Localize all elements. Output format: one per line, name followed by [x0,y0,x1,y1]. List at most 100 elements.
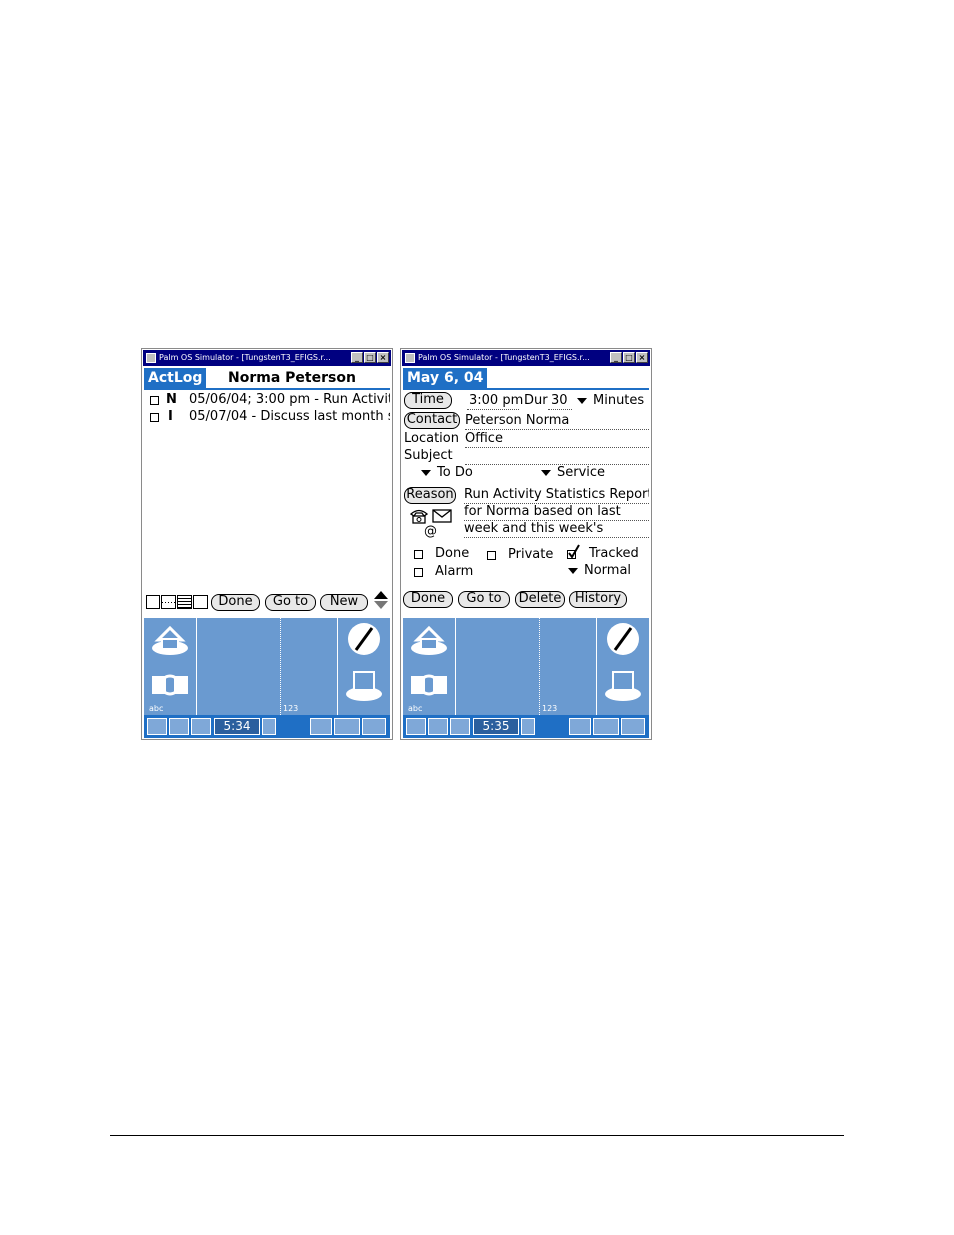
dropdown-icon [421,469,431,476]
home-status-icon[interactable] [147,718,167,735]
month-view-icon[interactable] [177,595,192,609]
input-area-icon[interactable] [334,718,360,735]
location-label: Location [404,431,459,446]
dur-value[interactable]: 30 [551,393,568,409]
graffiti-toggle-icon[interactable] [569,718,591,735]
abc-label: abc [408,704,423,713]
clock[interactable]: 5:35 [473,718,519,735]
reason-line[interactable]: week and this week's [464,521,603,537]
pen-icon[interactable] [603,622,643,656]
reason-line[interactable]: Run Activity Statistics Report [464,487,649,503]
priority-select[interactable]: Normal [568,563,631,579]
minimize-button[interactable]: _ [351,352,363,363]
graffiti-area[interactable]: abc 123 [403,618,649,715]
reason-underline [464,537,649,538]
graffiti-left-panel: abc [144,618,197,715]
palm-screen: ActLog Norma Peterson N 05/06/04; 3:00 p… [144,368,390,738]
alert-icon[interactable] [262,718,276,735]
delete-button[interactable]: Delete [515,591,565,608]
maximize-button[interactable]: □ [623,352,635,363]
view-selector[interactable] [146,595,208,610]
goto-button[interactable]: Go to [265,594,316,611]
graffiti-area[interactable]: abc 123 [144,618,390,715]
collapse-icon[interactable] [621,718,645,735]
graffiti-divider [280,618,281,715]
dur-unit-value: Minutes [593,393,645,408]
status-bar: 5:35 [403,715,649,738]
dropdown-icon [577,397,587,404]
find-icon[interactable] [428,718,448,735]
contact-value[interactable]: Peterson Norma [465,413,569,429]
time-button[interactable]: Time [404,392,452,409]
home-status-icon[interactable] [406,718,426,735]
type-select[interactable]: To Do [421,465,473,481]
reason-line[interactable]: for Norma based on last [464,504,621,520]
row-priority: N [166,392,177,407]
collapse-icon[interactable] [362,718,386,735]
hotsync-icon[interactable] [409,668,449,702]
dur-underline [548,409,572,410]
history-button[interactable]: History [569,591,627,608]
graffiti-left-panel: abc [403,618,456,715]
email-icon[interactable] [432,509,452,523]
row-checkbox[interactable] [150,396,159,405]
display-icon[interactable] [344,668,384,702]
alert-icon[interactable] [521,718,535,735]
graffiti-toggle-icon[interactable] [310,718,332,735]
close-button[interactable]: × [636,352,648,363]
status-bar: 5:34 [144,715,390,738]
graffiti-right-panel [596,618,649,715]
row-text[interactable]: 05/06/04; 3:00 pm - Run Activity [189,392,390,408]
title-underline [144,388,390,390]
contact-button[interactable]: Contact [404,412,460,429]
close-button[interactable]: × [377,352,389,363]
reason-button[interactable]: Reason [404,487,456,504]
palm-simulator-right: Palm OS Simulator - [TungstenT3_EFIGS.r.… [400,348,652,740]
abc-label: abc [149,704,164,713]
category-select[interactable]: Service [541,465,605,481]
clock[interactable]: 5:34 [214,718,260,735]
checkmark-icon [568,544,580,559]
scroll-up-icon[interactable] [374,591,388,599]
home-icon[interactable] [150,622,190,656]
day-view-icon[interactable] [146,595,160,609]
window-titlebar: Palm OS Simulator - [TungstenT3_EFIGS.r.… [143,350,391,366]
list-view-icon[interactable] [193,595,208,609]
input-area-icon[interactable] [593,718,619,735]
maximize-button[interactable]: □ [364,352,376,363]
alarm-checkbox[interactable] [414,568,423,577]
find-icon[interactable] [169,718,189,735]
form-title: May 6, 04 [403,368,488,388]
row-text[interactable]: 05/07/04 - Discuss last month sc [189,409,390,425]
display-icon[interactable] [603,668,643,702]
menu-icon[interactable] [450,718,470,735]
time-value[interactable]: 3:00 pm [469,393,523,409]
week-view-icon[interactable] [161,595,176,609]
dur-unit-select[interactable]: Minutes [577,393,644,409]
pen-icon[interactable] [344,622,384,656]
row-checkbox[interactable] [150,413,159,422]
app-icon [146,353,156,363]
home-icon[interactable] [409,622,449,656]
graffiti-divider [539,618,540,715]
hotsync-icon[interactable] [150,668,190,702]
new-button[interactable]: New [320,594,368,611]
location-value[interactable]: Office [465,431,503,447]
web-icon[interactable]: @ [424,524,437,540]
done-checkbox[interactable] [414,550,423,559]
num-label: 123 [542,704,558,713]
scroll-down-icon[interactable] [374,601,388,609]
scroll-arrows[interactable] [373,591,389,611]
time-underline [467,409,519,410]
tracked-label: Tracked [589,546,639,561]
form-title[interactable]: ActLog [144,368,207,388]
private-checkbox[interactable] [487,551,496,560]
minimize-button[interactable]: _ [610,352,622,363]
menu-icon[interactable] [191,718,211,735]
done-button[interactable]: Done [211,594,260,611]
goto-button[interactable]: Go to [458,591,510,608]
priority-value: Normal [584,563,632,578]
done-button[interactable]: Done [403,591,453,608]
phone-icon[interactable] [408,508,430,524]
window-title: Palm OS Simulator - [TungstenT3_EFIGS.r.… [159,353,331,362]
